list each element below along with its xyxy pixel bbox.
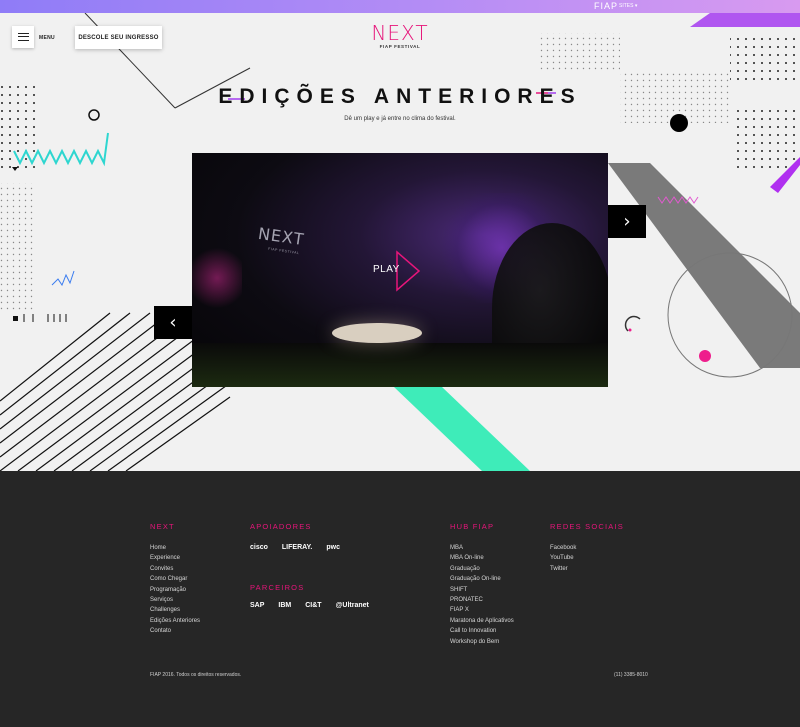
prev-slide-button[interactable]: ‹ — [154, 306, 192, 339]
top-bar: FIAP SITES ▾ — [0, 0, 800, 13]
footer-link[interactable]: Twitter — [550, 564, 624, 574]
footer-link[interactable]: Challenges — [150, 605, 200, 615]
footer-link[interactable]: Programação — [150, 585, 200, 595]
supporter-logos: cisco LIFERAY. pwc — [250, 544, 340, 551]
dot-grid — [540, 33, 620, 73]
footer-link[interactable]: Como Chegar — [150, 574, 200, 584]
logo-main: NEXT — [371, 21, 429, 45]
footer-col-supporters: APOIADORES — [250, 522, 312, 543]
phone-number: (11) 3385-8010 — [614, 672, 648, 678]
footer-heading: PARCEIROS — [250, 583, 305, 592]
hero-section: MENU DESCOLE SEU INGRESSO NEXT FIAP FEST… — [0, 13, 800, 471]
copyright: FIAP 2016. Todos os direitos reservados. — [150, 672, 242, 678]
chevron-right-icon: › — [623, 211, 631, 232]
footer-link[interactable]: SHIFT — [450, 585, 514, 595]
footer-link[interactable]: YouTube — [550, 553, 624, 563]
footer-link[interactable]: MBA — [450, 543, 514, 553]
video-logo: NEXT — [256, 223, 306, 250]
footer-col-hub: HUB FIAP MBA MBA On-line Graduação Graduaçã… — [450, 522, 514, 647]
ticket-button[interactable]: DESCOLE SEU INGRESSO — [75, 26, 162, 49]
next-slide-button[interactable]: › — [608, 205, 646, 238]
footer-link[interactable]: PRONATEC — [450, 595, 514, 605]
footer-links: Home Experience Convites Como Chegar Program… — [150, 543, 200, 637]
page-title: EDIÇÕES ANTERIORES — [218, 85, 582, 108]
footer-link[interactable]: Call to Innovation — [450, 626, 514, 636]
floor — [192, 343, 608, 387]
sap-logo[interactable]: SAP — [250, 602, 264, 609]
footer-link[interactable]: Workshop do Bem — [450, 637, 514, 647]
next-logo[interactable]: NEXT FIAP FESTIVAL — [368, 23, 432, 49]
page: FIAP SITES ▾ MENU DESCOLE SEU INGRESSO N… — [0, 0, 800, 727]
footer-link[interactable]: Maratona de Aplicativos — [450, 616, 514, 626]
footer-link[interactable]: Graduação On-line — [450, 574, 514, 584]
video-player[interactable]: NEXT FIAP FESTIVAL PLAY — [192, 153, 608, 387]
footer-col-social: REDES SOCIAIS Facebook YouTube Twitter — [550, 522, 624, 574]
footer-link[interactable]: Graduação — [450, 564, 514, 574]
footer-link[interactable]: Home — [150, 543, 200, 553]
footer-link[interactable]: MBA On-line — [450, 553, 514, 563]
footer-links: Facebook YouTube Twitter — [550, 543, 624, 574]
stage-light — [192, 243, 242, 313]
footer-link[interactable]: FIAP X — [450, 605, 514, 615]
footer-link[interactable]: Facebook — [550, 543, 624, 553]
dot-grid — [730, 33, 800, 83]
chevron-left-icon: ‹ — [169, 312, 177, 333]
menu-button[interactable] — [12, 26, 34, 48]
footer-heading: REDES SOCIAIS — [550, 522, 624, 531]
hamburger-icon — [17, 33, 29, 41]
fiap-brand-link[interactable]: FIAP — [594, 1, 618, 11]
menu-label: MENU — [39, 35, 55, 41]
stage-platform — [332, 323, 422, 343]
footer-heading: APOIADORES — [250, 522, 312, 531]
footer-link[interactable]: Contato — [150, 626, 200, 636]
footer: NEXT Home Experience Convites Como Chegar Pr… — [0, 471, 800, 727]
ultranet-logo[interactable]: @Ultranet — [336, 602, 369, 609]
footer-heading: HUB FIAP — [450, 522, 495, 531]
footer-link[interactable]: Serviços — [150, 595, 200, 605]
footer-col-next: NEXT Home Experience Convites Como Chegar Pr… — [150, 522, 200, 637]
liferay-logo[interactable]: LIFERAY. — [282, 544, 312, 551]
footer-links: MBA MBA On-line Graduação Graduação On-line… — [450, 543, 514, 647]
dot-grid — [0, 183, 34, 313]
page-subtitle: Dê um play e já entre no clima do festiv… — [344, 116, 456, 122]
cisco-logo[interactable]: cisco — [250, 544, 268, 551]
footer-link[interactable]: Convites — [150, 564, 200, 574]
sites-dropdown[interactable]: SITES ▾ — [619, 3, 637, 9]
play-button[interactable]: PLAY — [373, 264, 400, 275]
ibm-logo[interactable]: IBM — [278, 602, 291, 609]
ciandt-logo[interactable]: CI&T — [305, 602, 321, 609]
partner-logos: SAP IBM CI&T @Ultranet — [250, 602, 369, 609]
footer-link[interactable]: Edições Anteriores — [150, 616, 200, 626]
footer-link[interactable]: Experience — [150, 553, 200, 563]
footer-heading: NEXT — [150, 522, 175, 531]
pwc-logo[interactable]: pwc — [326, 544, 340, 551]
